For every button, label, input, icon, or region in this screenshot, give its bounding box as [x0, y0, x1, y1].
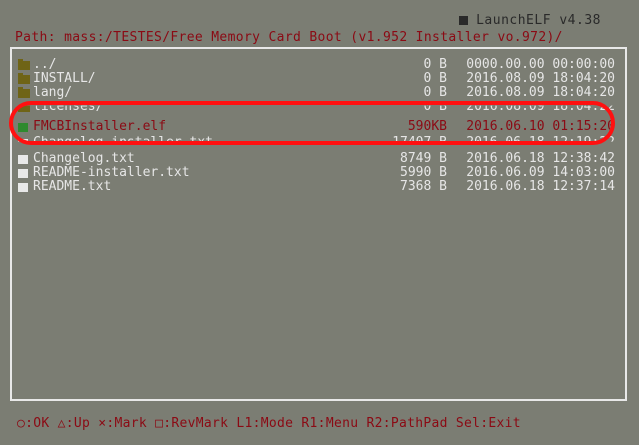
- button-help-bar: ○:OK △:Up ×:Mark □:RevMark L1:Mode R1:Me…: [17, 416, 629, 431]
- file-size: 0 B: [423, 57, 447, 72]
- file-row-changelog[interactable]: Changelog.txt 8749 B 2016.06.18 12:38:42: [18, 152, 615, 166]
- file-icon: [18, 169, 28, 178]
- file-size: 5990 B: [400, 165, 447, 180]
- file-size: 8749 B: [400, 151, 447, 166]
- file-date: 2016.08.09 18:04:20: [466, 85, 615, 100]
- app-title-text: LaunchELF v4.38: [476, 13, 601, 28]
- file-date: 2016.06.09 14:03:00: [466, 165, 615, 180]
- file-row-install[interactable]: INSTALL/ 0 B 2016.08.09 18:04:20: [18, 72, 615, 86]
- path-label: Path:: [15, 30, 56, 45]
- file-size: 0 B: [423, 85, 447, 100]
- folder-icon: [18, 73, 30, 84]
- file-name: README.txt: [33, 179, 112, 194]
- file-list-panel: ../ 0 B 0000.00.00 00:00:00 INSTALL/ 0 B…: [9, 47, 627, 401]
- file-icon: [18, 155, 28, 164]
- app-title: LaunchELF v4.38: [459, 13, 601, 28]
- file-icon: [18, 183, 28, 192]
- button-help-text: ○:OK △:Up ×:Mark □:RevMark L1:Mode R1:Me…: [17, 416, 521, 431]
- file-date: 2016.06.18 12:38:42: [466, 151, 615, 166]
- file-name: lang/: [33, 85, 73, 100]
- red-highlight-annotation: [9, 101, 615, 145]
- file-name: ../: [33, 57, 57, 72]
- current-path: Path: mass:/TESTES/Free Memory Card Boot…: [15, 30, 629, 45]
- file-date: 2016.08.09 18:04:20: [466, 71, 615, 86]
- file-date: 2016.06.18 12:37:14: [466, 179, 615, 194]
- file-size: 7368 B: [400, 179, 447, 194]
- folder-icon: [18, 59, 30, 70]
- square-icon: [459, 16, 469, 25]
- file-row-lang[interactable]: lang/ 0 B 2016.08.09 18:04:20: [18, 86, 615, 100]
- file-row-parent[interactable]: ../ 0 B 0000.00.00 00:00:00: [18, 58, 615, 72]
- file-row-readme[interactable]: README.txt 7368 B 2016.06.18 12:37:14: [18, 180, 615, 194]
- file-date: 0000.00.00 00:00:00: [466, 57, 615, 72]
- file-row-readme-installer[interactable]: README-installer.txt 5990 B 2016.06.09 1…: [18, 166, 615, 180]
- file-name: INSTALL/: [33, 71, 96, 86]
- path-value: mass:/TESTES/Free Memory Card Boot (v1.9…: [64, 30, 563, 45]
- file-name: Changelog.txt: [33, 151, 135, 166]
- folder-icon: [18, 87, 30, 98]
- file-name: README-installer.txt: [33, 165, 190, 180]
- file-size: 0 B: [423, 71, 447, 86]
